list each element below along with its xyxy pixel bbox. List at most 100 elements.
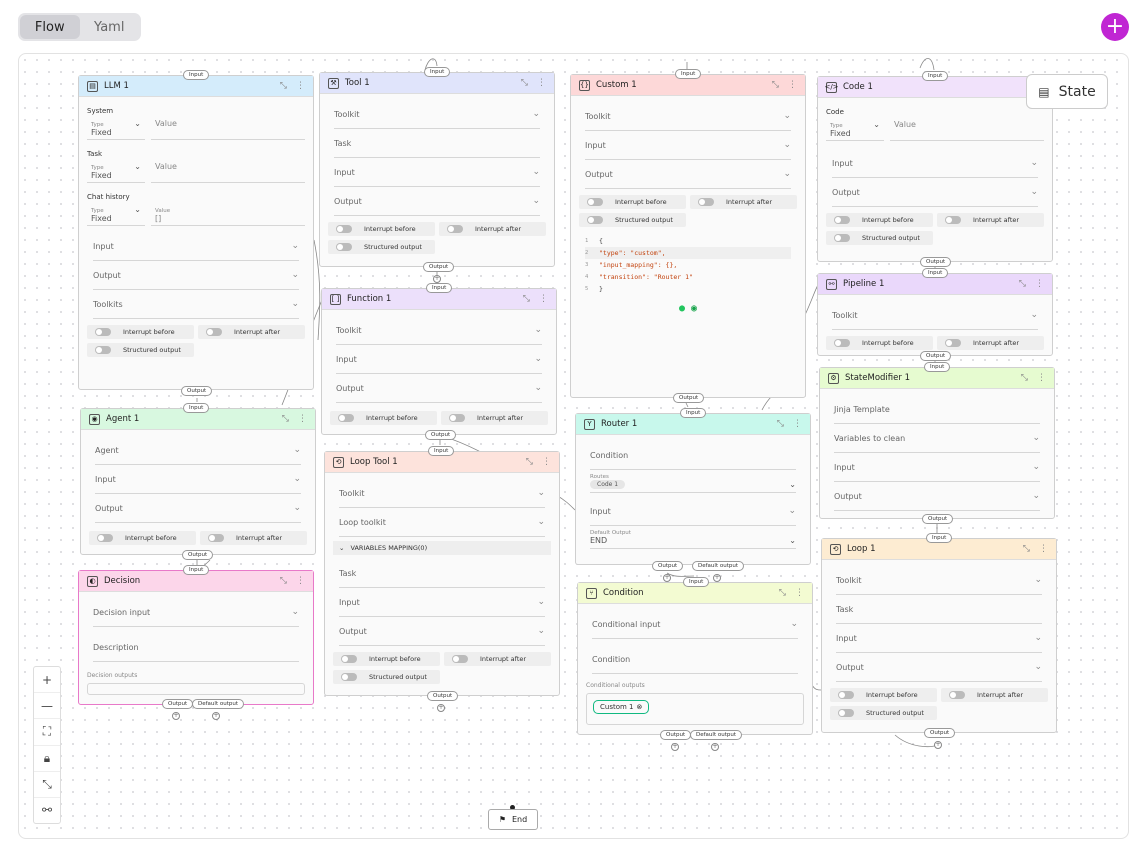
collapse-icon[interactable]: ⤡: [34, 772, 60, 798]
condition-input[interactable]: Condition: [592, 645, 798, 674]
shrink-icon[interactable]: ⤡: [526, 457, 533, 467]
add-icon[interactable]: +: [437, 704, 445, 712]
more-icon[interactable]: ⋮: [1035, 279, 1044, 289]
loop-tool-input-handle[interactable]: Input: [428, 446, 455, 456]
toggle-structured-output[interactable]: Structured output: [328, 240, 435, 254]
loop-output-handle[interactable]: Output: [924, 728, 956, 738]
shrink-icon[interactable]: ⤡: [779, 588, 786, 598]
more-icon[interactable]: ⋮: [296, 576, 305, 586]
decision-node[interactable]: ◐ Decision ⤡ ⋮ Decision input ⌄ Descripti…: [78, 570, 314, 705]
state-modifier-output-select[interactable]: Output ⌄: [834, 482, 1040, 511]
toggle-structured-output[interactable]: Structured output: [579, 213, 686, 227]
condition-node[interactable]: ⑂ Condition ⤡ ⋮ Conditional input ⌄ Condi…: [577, 582, 813, 735]
shrink-icon[interactable]: ⤡: [1023, 544, 1030, 554]
function-toolkit-select[interactable]: Toolkit ⌄: [336, 316, 542, 345]
toggle-interrupt-before[interactable]: Interrupt before: [330, 411, 437, 425]
agent-output-handle[interactable]: Output: [182, 550, 214, 560]
more-icon[interactable]: ⋮: [793, 419, 802, 429]
state-button[interactable]: ▤ State: [1026, 74, 1108, 109]
loop-task-input[interactable]: Task: [836, 595, 1042, 624]
loop-tool-input-select[interactable]: Input ⌄: [339, 588, 545, 617]
custom-toolkit-select[interactable]: Toolkit ⌄: [585, 102, 791, 131]
output-chip[interactable]: Custom 1 ⊗: [593, 700, 650, 714]
loop-tool-output-select[interactable]: Output ⌄: [339, 617, 545, 646]
default-output-select[interactable]: Default Output END ⌄: [590, 530, 796, 549]
toggle-interrupt-before[interactable]: Interrupt before: [826, 336, 933, 350]
llm-node[interactable]: ▤ LLM 1 ⤡ ⋮ System Type Fixed ⌄ Value Task…: [78, 75, 314, 390]
add-icon[interactable]: +: [212, 712, 220, 720]
shrink-icon[interactable]: ⤡: [772, 80, 779, 90]
custom-input-handle[interactable]: Input: [675, 69, 702, 79]
function-node[interactable]: [ ] Function 1 ⤡ ⋮ Toolkit ⌄ Input ⌄ Outpu…: [321, 288, 557, 435]
toggle-interrupt-after[interactable]: Interrupt after: [200, 531, 307, 545]
custom-code-editor[interactable]: 1{ 2 "type": "custom", 3 "input_mapping": …: [585, 235, 791, 314]
system-value-input[interactable]: Value: [151, 117, 305, 140]
more-icon[interactable]: ⋮: [537, 78, 546, 88]
state-modifier-input-handle[interactable]: Input: [924, 362, 951, 372]
more-icon[interactable]: ⋮: [788, 80, 797, 90]
toggle-interrupt-after[interactable]: Interrupt after: [937, 213, 1044, 227]
tab-yaml[interactable]: Yaml: [80, 15, 140, 39]
tool-output-select[interactable]: Output ⌄: [334, 187, 540, 216]
more-icon[interactable]: ⋮: [1039, 544, 1048, 554]
code-output-select[interactable]: Output ⌄: [832, 178, 1038, 207]
chat-type-select[interactable]: Type Fixed ⌄: [87, 203, 145, 226]
loop-node[interactable]: ⟲ Loop 1 ⤡ ⋮ Toolkit ⌄ Task Input ⌄ Output…: [821, 538, 1057, 733]
shrink-icon[interactable]: ⤡: [1021, 373, 1028, 383]
loop-tool-node[interactable]: ⟲ Loop Tool 1 ⤡ ⋮ Toolkit ⌄ Loop toolkit ⌄…: [324, 451, 560, 696]
llm-output-select[interactable]: Output ⌄: [93, 261, 299, 290]
toggle-interrupt-after[interactable]: Interrupt after: [937, 336, 1044, 350]
loop-toolkit-select[interactable]: Toolkit ⌄: [836, 566, 1042, 595]
decision-default-output-handle[interactable]: Default output: [192, 699, 244, 709]
loop-tool-output-handle[interactable]: Output: [427, 691, 459, 701]
shrink-icon[interactable]: ⤡: [282, 414, 289, 424]
agent-node[interactable]: ◉ Agent 1 ⤡ ⋮ Agent ⌄ Input ⌄ Output ⌄ Inte…: [80, 408, 316, 555]
router-node[interactable]: Y Router 1 ⤡ ⋮ Condition Routes Code 1 ⌄ …: [575, 413, 811, 565]
decision-input-select[interactable]: Decision input ⌄: [93, 598, 299, 627]
more-icon[interactable]: ⋮: [542, 457, 551, 467]
router-input-handle[interactable]: Input: [680, 408, 707, 418]
tab-flow[interactable]: Flow: [20, 15, 80, 39]
pipeline-input-handle[interactable]: Input: [922, 268, 949, 278]
code-value-input[interactable]: Value: [890, 118, 1044, 141]
fit-view-button[interactable]: ⛶: [34, 719, 60, 746]
loop-output-select[interactable]: Output ⌄: [836, 653, 1042, 682]
tool-output-handle[interactable]: Output: [423, 262, 455, 272]
add-icon[interactable]: +: [711, 743, 719, 751]
function-output-select[interactable]: Output ⌄: [336, 374, 542, 403]
agent-input-handle[interactable]: Input: [183, 403, 210, 413]
toggle-interrupt-before[interactable]: Interrupt before: [89, 531, 196, 545]
toggle-interrupt-after[interactable]: Interrupt after: [439, 222, 546, 236]
condition-output-handle[interactable]: Output: [660, 730, 692, 740]
system-type-select[interactable]: Type Fixed ⌄: [87, 117, 145, 140]
shrink-icon[interactable]: ⤡: [280, 81, 287, 91]
toggle-structured-output[interactable]: Structured output: [333, 670, 440, 684]
more-icon[interactable]: ⋮: [1037, 373, 1046, 383]
router-input-select[interactable]: Input ⌄: [590, 497, 796, 526]
routes-select[interactable]: Routes Code 1 ⌄: [590, 474, 796, 493]
route-chip[interactable]: Code 1: [590, 480, 626, 489]
custom-node[interactable]: {} Custom 1 ⤡ ⋮ Toolkit ⌄ Input ⌄ Output ⌄ …: [570, 74, 806, 398]
zoom-in-button[interactable]: +: [34, 667, 60, 694]
task-type-select[interactable]: Type Fixed ⌄: [87, 160, 145, 183]
state-modifier-output-handle[interactable]: Output: [922, 514, 954, 524]
shrink-icon[interactable]: ⤡: [521, 78, 528, 88]
description-input[interactable]: Description: [93, 633, 299, 662]
tool-input-select[interactable]: Input ⌄: [334, 158, 540, 187]
llm-input-select[interactable]: Input ⌄: [93, 232, 299, 261]
code-input-select[interactable]: Input ⌄: [832, 149, 1038, 178]
condition-default-output-handle[interactable]: Default output: [690, 730, 742, 740]
code-input-handle[interactable]: Input: [922, 71, 949, 81]
toggle-interrupt-after[interactable]: Interrupt after: [690, 195, 797, 209]
tool-node[interactable]: ⚒ Tool 1 ⤡ ⋮ Toolkit ⌄ Task Input ⌄ Output…: [319, 72, 555, 267]
custom-output-handle[interactable]: Output: [673, 393, 705, 403]
custom-input-select[interactable]: Input ⌄: [585, 131, 791, 160]
lock-button[interactable]: 🔒︎: [34, 746, 60, 772]
add-icon[interactable]: +: [934, 741, 942, 749]
state-modifier-input-select[interactable]: Input ⌄: [834, 453, 1040, 482]
conditional-outputs-box[interactable]: Custom 1 ⊗: [586, 693, 804, 725]
decision-outputs-box[interactable]: [87, 683, 305, 695]
toggle-interrupt-before[interactable]: Interrupt before: [328, 222, 435, 236]
tool-task-input[interactable]: Task: [334, 129, 540, 158]
shrink-icon[interactable]: ⤡: [1019, 279, 1026, 289]
